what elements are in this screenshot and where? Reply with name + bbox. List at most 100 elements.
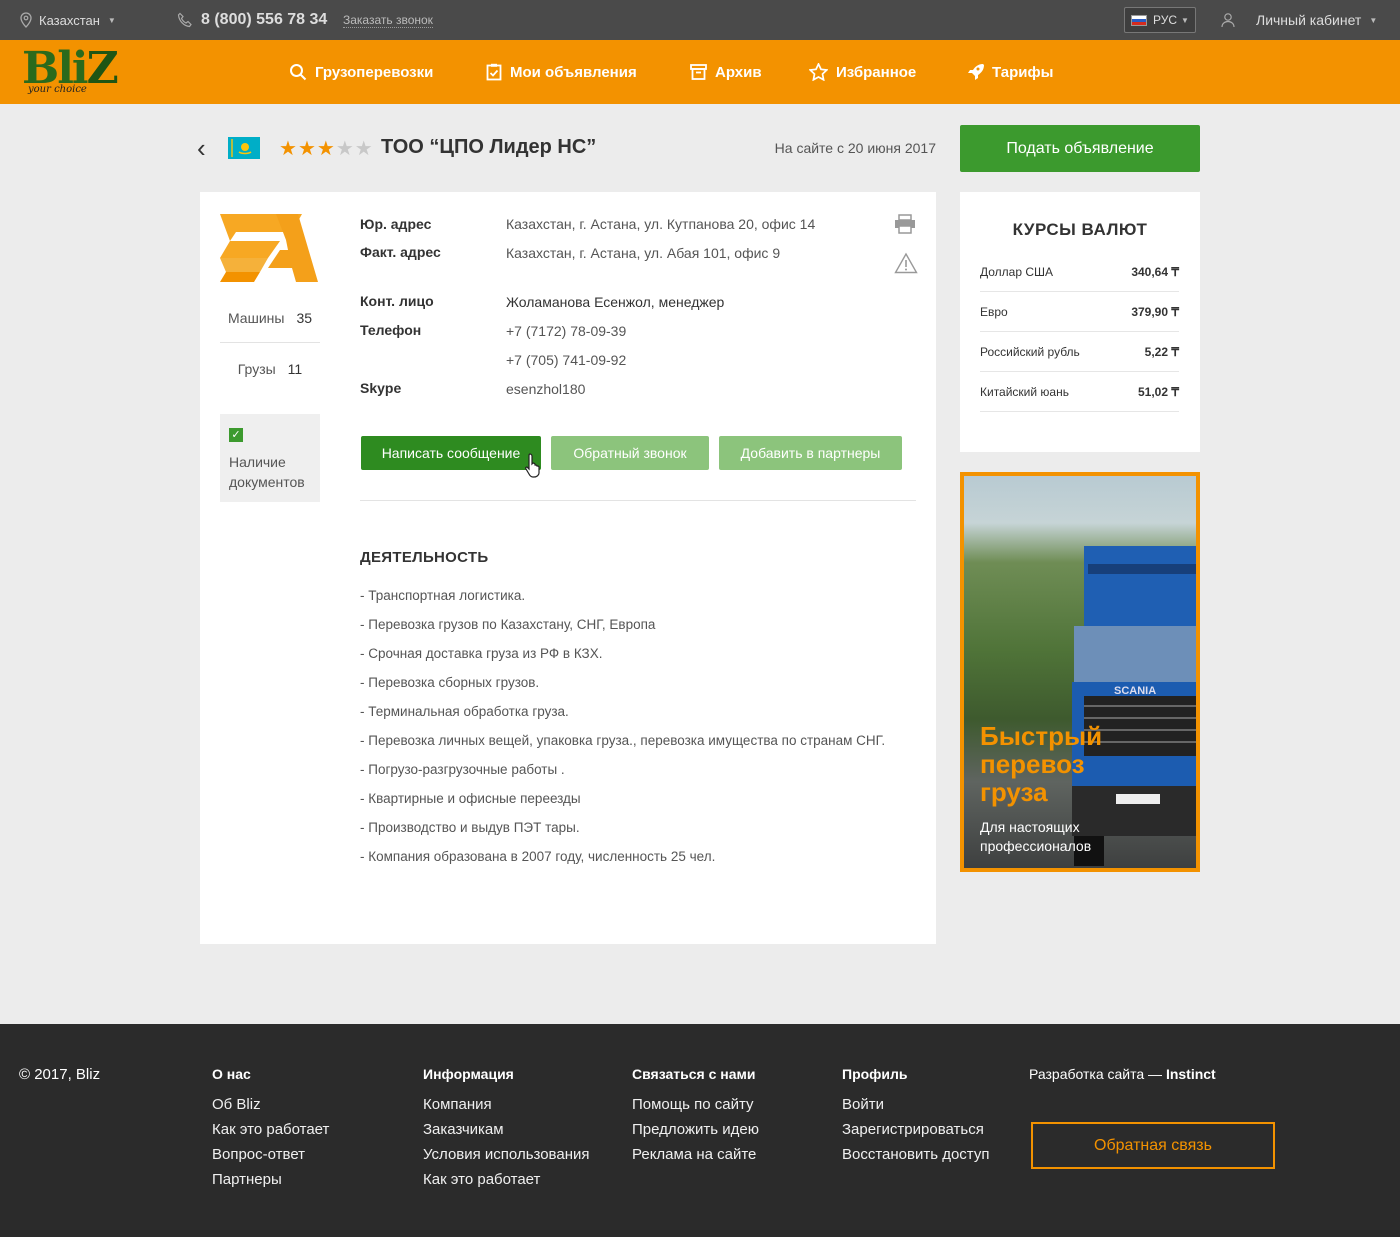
banner-title: Быстрый перевоз груза (980, 722, 1102, 806)
clipboard-icon (486, 63, 502, 81)
callback-button[interactable]: Обратный звонок (551, 436, 709, 470)
footer-column-contact: Связаться с нами Помощь по сайту Предлож… (632, 1066, 759, 1171)
banner-subtitle: Для настоящих профессионалов (980, 818, 1091, 856)
add-partner-button[interactable]: Добавить в партнеры (719, 436, 902, 470)
footer-link[interactable]: Реклама на сайте (632, 1146, 759, 1171)
footer-link[interactable]: Помощь по сайту (632, 1096, 759, 1121)
footer-link[interactable]: Предложить идею (632, 1121, 759, 1146)
currency-row: Доллар США 340,64 ₸ (980, 252, 1179, 292)
currency-value: 379,90 ₸ (1131, 304, 1179, 319)
print-icon[interactable] (894, 214, 916, 234)
chevron-down-icon: ▼ (1369, 15, 1378, 25)
post-ad-button[interactable]: Подать объявление (960, 125, 1200, 172)
actual-address-label: Факт. адрес (360, 244, 441, 260)
region-selector[interactable]: Казахстан ▼ (19, 0, 116, 40)
russia-flag-icon (1131, 14, 1147, 26)
warning-icon[interactable] (894, 252, 918, 274)
phone-value-1: +7 (7172) 78-09-39 (506, 323, 627, 339)
company-logo (220, 214, 318, 282)
callback-link-label: Заказать звонок (343, 12, 433, 28)
currency-value: 51,02 ₸ (1138, 384, 1179, 399)
nav-label: Избранное (836, 63, 917, 81)
divider (360, 500, 916, 501)
feedback-button[interactable]: Обратная связь (1031, 1122, 1275, 1169)
archive-icon (690, 64, 707, 80)
footer-link[interactable]: Компания (423, 1096, 590, 1121)
company-title: ТОО “ЦПО Лидер НС” (381, 136, 597, 158)
nav-item-freight[interactable]: Грузоперевозки (289, 40, 433, 104)
hand-cursor-icon (524, 453, 540, 478)
site-logo[interactable]: BliZ your choice (22, 44, 132, 100)
currency-value: 5,22 ₸ (1144, 344, 1179, 359)
developer-credit: Разработка сайта — Instinct (1029, 1066, 1216, 1082)
list-item: - Перевозка личных вещей, упаковка груза… (360, 733, 886, 748)
logo-tagline: your choice (28, 84, 87, 95)
callback-link[interactable]: Заказать звонок (343, 0, 433, 40)
nav-label: Тарифы (992, 63, 1054, 81)
send-message-button[interactable]: Написать сообщение (361, 436, 541, 470)
footer-link[interactable]: Восстановить доступ (842, 1146, 989, 1171)
ad-banner[interactable]: SCANIA Быстрый перевоз груза Для настоящ… (960, 472, 1200, 872)
footer-link[interactable]: Об Bliz (212, 1096, 329, 1121)
top-bar: Казахстан ▼ 8 (800) 556 78 34 Заказать з… (0, 0, 1400, 40)
footer-link[interactable]: Как это работает (423, 1171, 590, 1196)
list-item: - Компания образована в 2007 году, числе… (360, 849, 716, 864)
nav-label: Архив (715, 63, 762, 81)
list-item: - Перевозка грузов по Казахстану, СНГ, Е… (360, 617, 656, 632)
list-item: - Транспортная логистика. (360, 588, 526, 603)
location-pin-icon (20, 12, 32, 28)
skype-value: esenzhol180 (506, 381, 586, 397)
rocket-icon (968, 64, 984, 80)
footer-link[interactable]: Как это работает (212, 1121, 329, 1146)
footer-column-about: О нас Об Bliz Как это работает Вопрос-от… (212, 1066, 329, 1196)
skype-label: Skype (360, 380, 402, 396)
nav-item-my-ads[interactable]: Мои объявления (486, 40, 637, 104)
checkmark-icon: ✓ (229, 428, 243, 442)
documents-badge: ✓ Наличие документов (220, 414, 320, 502)
phone-label: Телефон (360, 322, 422, 338)
cargo-label: Грузы (237, 361, 276, 377)
kazakhstan-flag-icon (228, 137, 260, 159)
banner-subtitle-line: Для настоящих (980, 819, 1080, 835)
account-menu[interactable]: Личный кабинет ▼ (1220, 0, 1377, 40)
currency-row: Российский рубль 5,22 ₸ (980, 332, 1179, 372)
user-icon (1221, 13, 1235, 28)
banner-title-line: перевоз (980, 749, 1085, 779)
language-selector[interactable]: РУС ▼ (1124, 7, 1196, 33)
footer-heading: Связаться с нами (632, 1066, 756, 1082)
phone-value-2: +7 (705) 741-09-92 (506, 352, 627, 368)
developer-prefix: Разработка сайта — (1029, 1066, 1166, 1082)
currency-name: Евро (980, 304, 1008, 319)
nav-label: Грузоперевозки (315, 63, 434, 81)
nav-item-favorites[interactable]: Избранное (809, 40, 916, 104)
footer-link[interactable]: Заказчикам (423, 1121, 590, 1146)
currency-value: 340,64 ₸ (1131, 264, 1179, 279)
phone-icon (177, 12, 192, 28)
list-item: - Погрузо-разгрузочные работы . (360, 762, 565, 777)
currency-row: Китайский юань 51,02 ₸ (980, 372, 1179, 412)
list-item: - Производство и выдув ПЭТ тары. (360, 820, 580, 835)
star-filled-icon: ★ (279, 138, 298, 160)
footer-column-info: Информация Компания Заказчикам Условия и… (423, 1066, 590, 1196)
chevron-down-icon: ▼ (107, 15, 116, 25)
footer-link[interactable]: Зарегистрироваться (842, 1121, 989, 1146)
documents-label: Наличие документов (229, 454, 305, 490)
footer-heading: О нас (212, 1066, 251, 1082)
footer-link[interactable]: Партнеры (212, 1171, 329, 1196)
phone-number[interactable]: 8 (800) 556 78 34 (201, 11, 327, 29)
machines-count: 35 (296, 310, 313, 326)
machines-label: Машины (227, 310, 285, 326)
search-icon (290, 64, 307, 81)
nav-item-tariffs[interactable]: Тарифы (966, 40, 1053, 104)
nav-label: Мои объявления (510, 63, 637, 81)
footer-link[interactable]: Вопрос-ответ (212, 1146, 329, 1171)
footer-link[interactable]: Условия использования (423, 1146, 590, 1171)
actual-address-value: Казахстан, г. Астана, ул. Абая 101, офис… (506, 245, 781, 261)
nav-item-archive[interactable]: Архив (690, 40, 762, 104)
developer-name[interactable]: Instinct (1166, 1066, 1216, 1082)
footer-link[interactable]: Войти (842, 1096, 989, 1121)
flag-emblem (231, 139, 252, 157)
legal-address-value: Казахстан, г. Астана, ул. Кутпанова 20, … (506, 216, 816, 232)
back-arrow-icon[interactable]: ‹ (197, 135, 206, 161)
phone-block: 8 (800) 556 78 34 (177, 0, 327, 40)
